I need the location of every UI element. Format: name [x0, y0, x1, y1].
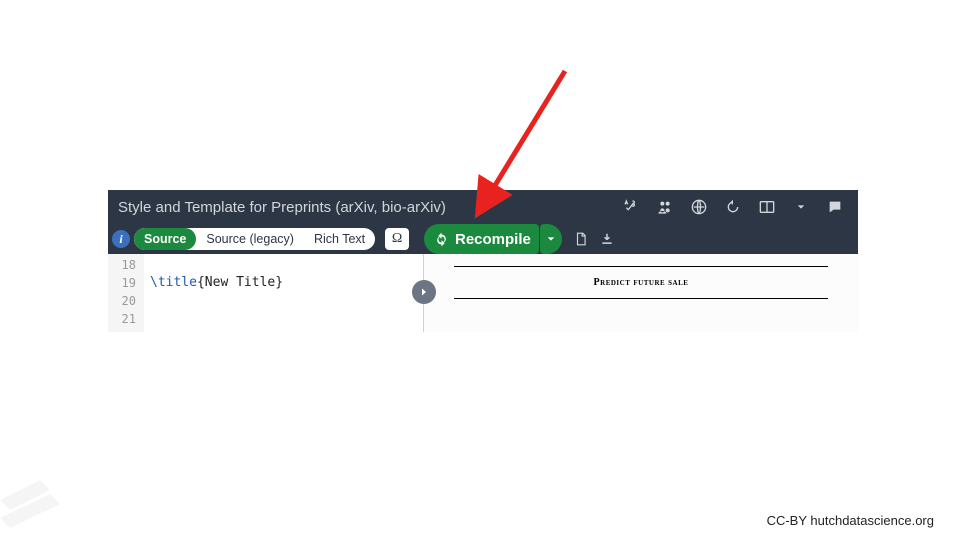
- chat-icon[interactable]: [818, 190, 852, 224]
- toolbar: i Source Source (legacy) Rich Text Ω Rec…: [108, 224, 858, 254]
- pdf-rule-top: [454, 266, 829, 267]
- titlebar: Style and Template for Preprints (arXiv,…: [108, 190, 858, 224]
- code-content: \title{New Title}: [144, 254, 289, 332]
- recompile-dropdown[interactable]: [540, 224, 562, 254]
- project-title: Style and Template for Preprints (arXiv,…: [118, 199, 446, 216]
- download-icon[interactable]: [600, 232, 614, 246]
- info-icon[interactable]: i: [112, 230, 130, 248]
- overleaf-editor: Style and Template for Preprints (arXiv,…: [108, 190, 858, 332]
- symbol-palette-button[interactable]: Ω: [385, 228, 409, 250]
- layout-dropdown-icon[interactable]: [784, 190, 818, 224]
- pdf-title: Predict future sale: [446, 271, 837, 294]
- refresh-icon: [434, 232, 449, 247]
- attribution: CC-BY hutchdatascience.org: [767, 513, 934, 528]
- tab-rich-text[interactable]: Rich Text: [304, 228, 375, 250]
- pdf-rule-bottom: [454, 298, 829, 299]
- tab-source-legacy[interactable]: Source (legacy): [196, 228, 304, 250]
- publish-icon[interactable]: [682, 190, 716, 224]
- left-tools: i Source Source (legacy) Rich Text Ω: [108, 224, 409, 254]
- editor-mode-tabs: Source Source (legacy) Rich Text: [134, 228, 375, 250]
- titlebar-icons: [614, 190, 852, 224]
- pdf-document: Predict future sale: [446, 262, 837, 303]
- spellcheck-icon[interactable]: [614, 190, 648, 224]
- line-gutter: 18 19 20 21: [108, 254, 144, 332]
- recompile-label: Recompile: [455, 231, 531, 248]
- corner-decoration: [0, 480, 76, 540]
- tab-source[interactable]: Source: [134, 228, 196, 250]
- recompile-cluster: Recompile: [424, 224, 622, 254]
- pdf-tools: [562, 232, 622, 246]
- layout-icon[interactable]: [750, 190, 784, 224]
- share-icon[interactable]: [648, 190, 682, 224]
- code-editor[interactable]: 18 19 20 21 \title{New Title}: [108, 254, 424, 332]
- logs-icon[interactable]: [574, 232, 588, 246]
- recompile-button[interactable]: Recompile: [424, 224, 539, 254]
- editor-panes: 18 19 20 21 \title{New Title} Predict fu…: [108, 254, 858, 332]
- pane-splitter-handle[interactable]: [412, 280, 436, 304]
- pdf-preview[interactable]: Predict future sale: [424, 254, 858, 332]
- history-icon[interactable]: [716, 190, 750, 224]
